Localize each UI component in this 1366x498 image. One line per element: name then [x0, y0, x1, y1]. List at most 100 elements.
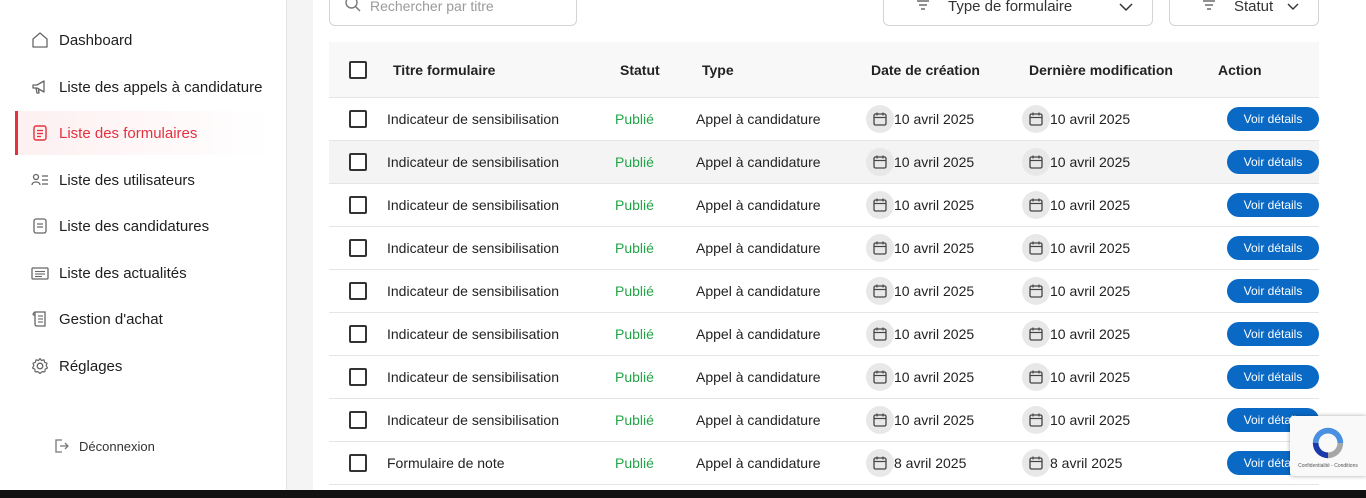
- table-row: Indicateur de sensibilisation Publié Appel…: [329, 399, 1319, 442]
- recaptcha-badge[interactable]: Confidentialité - Conditions: [1290, 416, 1366, 476]
- chevron-down-icon: [1286, 0, 1300, 16]
- row-created-date: 8 avril 2025: [894, 455, 967, 471]
- row-title: Indicateur de sensibilisation: [387, 412, 559, 428]
- home-icon: [29, 29, 51, 51]
- sidebar-item-appels[interactable]: Liste des appels à candidature: [15, 65, 273, 109]
- sidebar-item-reglages[interactable]: Réglages: [15, 344, 273, 388]
- row-created-date: 10 avril 2025: [894, 283, 975, 299]
- row-modified-date: 10 avril 2025: [1050, 154, 1131, 170]
- filter-icon: [1202, 0, 1216, 15]
- row-type: Appel à candidature: [696, 154, 821, 170]
- table-header: Titre formulaire Statut Type Date de cré…: [329, 42, 1319, 98]
- document-icon: [29, 215, 51, 237]
- row-created-date: 10 avril 2025: [894, 197, 975, 213]
- sidebar-item-dashboard[interactable]: Dashboard: [15, 18, 273, 62]
- status-badge: Publié: [615, 283, 654, 299]
- status-filter-label: Statut: [1234, 0, 1274, 15]
- row-checkbox[interactable]: [349, 153, 367, 171]
- column-header-status[interactable]: Statut: [615, 62, 696, 78]
- row-checkbox[interactable]: [349, 282, 367, 300]
- calendar-icon: [1022, 148, 1050, 176]
- row-type: Appel à candidature: [696, 283, 821, 299]
- status-filter-dropdown[interactable]: Statut: [1169, 0, 1319, 26]
- row-title: Indicateur de sensibilisation: [387, 154, 559, 170]
- row-checkbox[interactable]: [349, 368, 367, 386]
- sidebar-item-label: Liste des candidatures: [59, 217, 210, 235]
- search-input[interactable]: [370, 0, 560, 14]
- view-details-button[interactable]: Voir détails: [1227, 236, 1319, 260]
- view-details-button[interactable]: Voir détails: [1227, 322, 1319, 346]
- news-icon: [29, 262, 51, 284]
- sidebar: Dashboard Liste des appels à candidature…: [0, 0, 287, 490]
- row-modified-date: 10 avril 2025: [1050, 111, 1131, 127]
- view-details-button[interactable]: Voir détails: [1227, 365, 1319, 389]
- row-created-date: 10 avril 2025: [894, 412, 975, 428]
- row-type: Appel à candidature: [696, 455, 821, 471]
- row-created-date: 10 avril 2025: [894, 240, 975, 256]
- row-title: Indicateur de sensibilisation: [387, 197, 559, 213]
- row-title: Formulaire de note: [387, 455, 505, 471]
- form-icon: [29, 122, 51, 144]
- row-checkbox[interactable]: [349, 110, 367, 128]
- column-header-action: Action: [1218, 61, 1262, 78]
- row-modified-date: 10 avril 2025: [1050, 197, 1131, 213]
- row-checkbox[interactable]: [349, 411, 367, 429]
- calendar-icon: [1022, 320, 1050, 348]
- calendar-icon: [1022, 105, 1050, 133]
- status-badge: Publié: [615, 111, 654, 127]
- view-details-button[interactable]: Voir détails: [1227, 150, 1319, 174]
- row-checkbox[interactable]: [349, 239, 367, 257]
- row-modified-date: 10 avril 2025: [1050, 240, 1131, 256]
- row-title: Indicateur de sensibilisation: [387, 326, 559, 342]
- table-row: Indicateur de sensibilisation Publié Appel…: [329, 356, 1319, 399]
- row-checkbox[interactable]: [349, 196, 367, 214]
- chevron-down-icon: [1118, 0, 1134, 16]
- table-row: Indicateur de sensibilisation Publié Appel…: [329, 313, 1319, 356]
- sidebar-item-label: Liste des formulaires: [59, 124, 198, 142]
- row-modified-date: 10 avril 2025: [1050, 326, 1131, 342]
- recaptcha-text[interactable]: Confidentialité - Conditions: [1298, 463, 1358, 469]
- view-details-button[interactable]: Voir détails: [1227, 193, 1319, 217]
- table-row: Formulaire de note Publié Appel à candidat…: [329, 442, 1319, 485]
- sidebar-item-label: Liste des utilisateurs: [59, 171, 195, 189]
- select-all-checkbox[interactable]: [349, 60, 367, 79]
- type-filter-label: Type de formulaire: [948, 0, 1073, 15]
- column-header-modified[interactable]: Dernière modification: [1022, 62, 1218, 78]
- status-badge: Publié: [615, 412, 654, 428]
- calendar-icon: [866, 363, 894, 391]
- calendar-icon: [1022, 191, 1050, 219]
- sidebar-item-achat[interactable]: Gestion d'achat: [15, 297, 273, 341]
- table-row: Indicateur de sensibilisation Publié Appel…: [329, 270, 1319, 313]
- table-row: Indicateur de sensibilisation Publié Appel…: [329, 141, 1319, 184]
- view-details-button[interactable]: Voir détails: [1227, 107, 1319, 131]
- table-row: Indicateur de sensibilisation Publié Appel…: [329, 98, 1319, 141]
- view-details-button[interactable]: Voir détails: [1227, 279, 1319, 303]
- column-header-type[interactable]: Type: [696, 62, 866, 78]
- sidebar-item-formulaires[interactable]: Liste des formulaires: [15, 111, 273, 155]
- row-checkbox[interactable]: [349, 454, 367, 472]
- calendar-icon: [1022, 449, 1050, 477]
- sidebar-item-utilisateurs[interactable]: Liste des utilisateurs: [15, 158, 273, 202]
- sidebar-item-label: Liste des actualités: [59, 264, 187, 282]
- sidebar-item-candidatures[interactable]: Liste des candidatures: [15, 204, 273, 248]
- row-created-date: 10 avril 2025: [894, 111, 975, 127]
- calendar-icon: [866, 320, 894, 348]
- row-checkbox[interactable]: [349, 325, 367, 343]
- row-modified-date: 10 avril 2025: [1050, 412, 1131, 428]
- row-type: Appel à candidature: [696, 197, 821, 213]
- row-title: Indicateur de sensibilisation: [387, 240, 559, 256]
- type-filter-dropdown[interactable]: Type de formulaire: [883, 0, 1153, 26]
- row-modified-date: 10 avril 2025: [1050, 369, 1131, 385]
- sidebar-item-label: Dashboard: [59, 31, 133, 49]
- row-created-date: 10 avril 2025: [894, 369, 975, 385]
- search-box[interactable]: [329, 0, 577, 26]
- row-type: Appel à candidature: [696, 111, 821, 127]
- sidebar-item-label: Gestion d'achat: [59, 310, 163, 328]
- column-header-title[interactable]: Titre formulaire: [387, 62, 615, 78]
- row-type: Appel à candidature: [696, 369, 821, 385]
- sidebar-item-actualites[interactable]: Liste des actualités: [15, 251, 273, 295]
- column-header-created[interactable]: Date de création: [866, 62, 1022, 78]
- logout-button[interactable]: Déconnexion: [52, 436, 155, 456]
- status-badge: Publié: [615, 326, 654, 342]
- recaptcha-logo-icon: [1312, 427, 1344, 458]
